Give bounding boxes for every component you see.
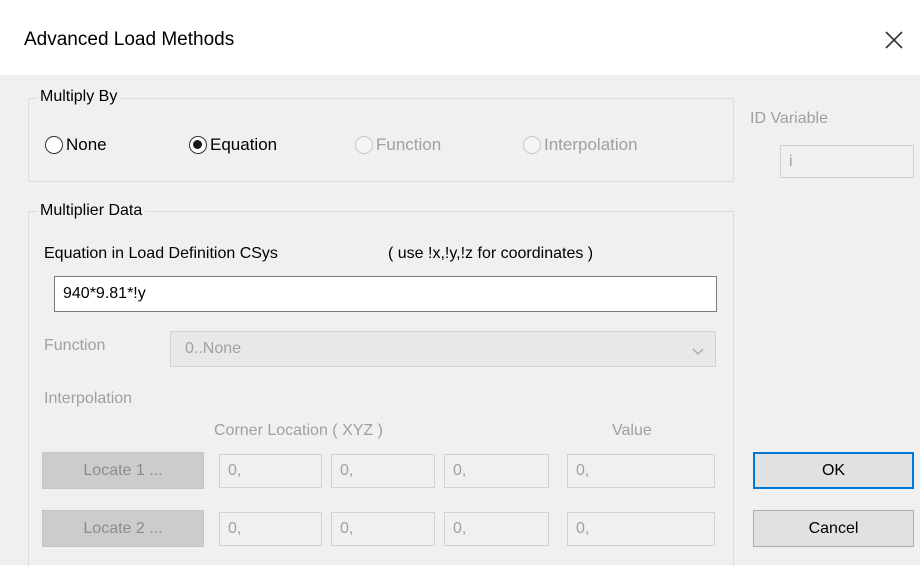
radio-function[interactable]: Function xyxy=(355,133,441,157)
radio-equation-label: Equation xyxy=(210,135,278,154)
value-header: Value xyxy=(612,422,652,439)
row2-x-field[interactable]: 0, xyxy=(219,512,322,546)
radio-none-circle xyxy=(45,136,63,154)
row1-z-value: 0, xyxy=(453,462,467,479)
radio-function-circle xyxy=(355,136,373,154)
row2-value-value: 0, xyxy=(576,520,590,537)
function-selected-value: 0..None xyxy=(185,340,242,357)
radio-interpolation[interactable]: Interpolation xyxy=(523,133,638,157)
interpolation-label: Interpolation xyxy=(44,390,133,407)
ok-button[interactable]: OK xyxy=(753,452,914,489)
row1-x-value: 0, xyxy=(228,462,242,479)
equation-hint: ( use !x,!y,!z for coordinates ) xyxy=(388,245,594,262)
close-icon xyxy=(885,31,903,49)
locate-2-button[interactable]: Locate 2 ... xyxy=(42,510,204,547)
id-variable-field[interactable]: i xyxy=(780,145,914,178)
equation-input[interactable]: 940*9.81*!y xyxy=(54,276,717,312)
radio-equation[interactable]: Equation xyxy=(189,133,277,157)
multiplier-data-label: Multiplier Data xyxy=(37,202,146,220)
radio-none-label: None xyxy=(66,135,107,154)
function-label: Function xyxy=(44,337,106,354)
row2-value-field[interactable]: 0, xyxy=(567,512,715,546)
radio-interpolation-label: Interpolation xyxy=(544,135,638,154)
close-button[interactable] xyxy=(876,22,912,58)
id-variable-label: ID Variable xyxy=(750,110,828,127)
row2-z-field[interactable]: 0, xyxy=(444,512,549,546)
cancel-button-label: Cancel xyxy=(808,519,859,537)
row2-x-value: 0, xyxy=(228,520,242,537)
row2-y-field[interactable]: 0, xyxy=(331,512,435,546)
radio-none[interactable]: None xyxy=(45,133,107,157)
row1-y-field[interactable]: 0, xyxy=(331,454,435,488)
radio-interpolation-circle xyxy=(523,136,541,154)
locate-1-button[interactable]: Locate 1 ... xyxy=(42,452,204,489)
function-dropdown[interactable]: 0..None xyxy=(170,331,716,367)
corner-location-header: Corner Location ( XYZ ) xyxy=(214,422,383,439)
multiply-by-label: Multiply By xyxy=(37,88,121,106)
radio-function-label: Function xyxy=(376,135,442,154)
row1-z-field[interactable]: 0, xyxy=(444,454,549,488)
ok-button-label: OK xyxy=(821,461,846,479)
dialog-client-area: Multiply By None Equation Function Inter… xyxy=(0,75,920,566)
radio-equation-circle xyxy=(189,136,207,154)
row2-z-value: 0, xyxy=(453,520,467,537)
locate-2-label: Locate 2 ... xyxy=(83,519,163,537)
dialog-title: Advanced Load Methods xyxy=(24,29,235,50)
id-variable-value: i xyxy=(789,152,793,170)
row1-x-field[interactable]: 0, xyxy=(219,454,322,488)
equation-value: 940*9.81*!y xyxy=(63,285,146,302)
locate-1-label: Locate 1 ... xyxy=(83,461,163,479)
cancel-button[interactable]: Cancel xyxy=(753,510,914,547)
row1-value-field[interactable]: 0, xyxy=(567,454,715,488)
chevron-down-icon xyxy=(691,343,705,361)
equation-label: Equation in Load Definition CSys xyxy=(44,245,278,262)
row1-y-value: 0, xyxy=(340,462,354,479)
row2-y-value: 0, xyxy=(340,520,354,537)
row1-value-value: 0, xyxy=(576,462,590,479)
title-bar: Advanced Load Methods xyxy=(0,0,920,75)
